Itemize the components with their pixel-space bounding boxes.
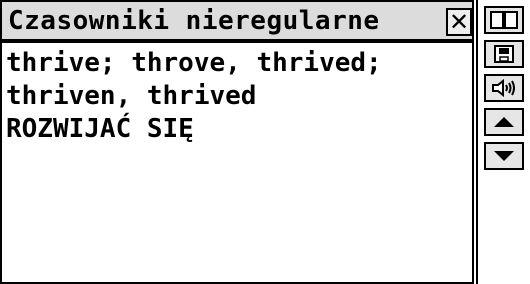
- arrow-up-icon: [494, 117, 514, 127]
- close-icon: ✕: [448, 8, 470, 36]
- book-button[interactable]: [484, 6, 524, 34]
- toolbar-sidebar: [476, 0, 530, 284]
- scroll-up-button[interactable]: [484, 108, 524, 136]
- title-bar: Czasowniki nieregularne ✕: [0, 0, 474, 41]
- speaker-button[interactable]: [484, 74, 524, 102]
- content-panel: thrive; throve, thrived; thriven, thrive…: [0, 41, 474, 284]
- speaker-icon: [492, 78, 515, 98]
- arrow-down-icon: [494, 151, 514, 161]
- content-line-1: thrive; throve, thrived;: [6, 48, 382, 78]
- content-line-3: ROZWIJAĆ SIĘ: [6, 114, 194, 144]
- window-title: Czasowniki nieregularne: [8, 6, 380, 36]
- book-icon: [490, 11, 518, 29]
- content-line-2: thriven, thrived: [6, 81, 257, 111]
- close-button[interactable]: ✕: [446, 8, 472, 36]
- save-icon: [494, 45, 514, 63]
- save-button[interactable]: [484, 40, 524, 68]
- scroll-down-button[interactable]: [484, 142, 524, 170]
